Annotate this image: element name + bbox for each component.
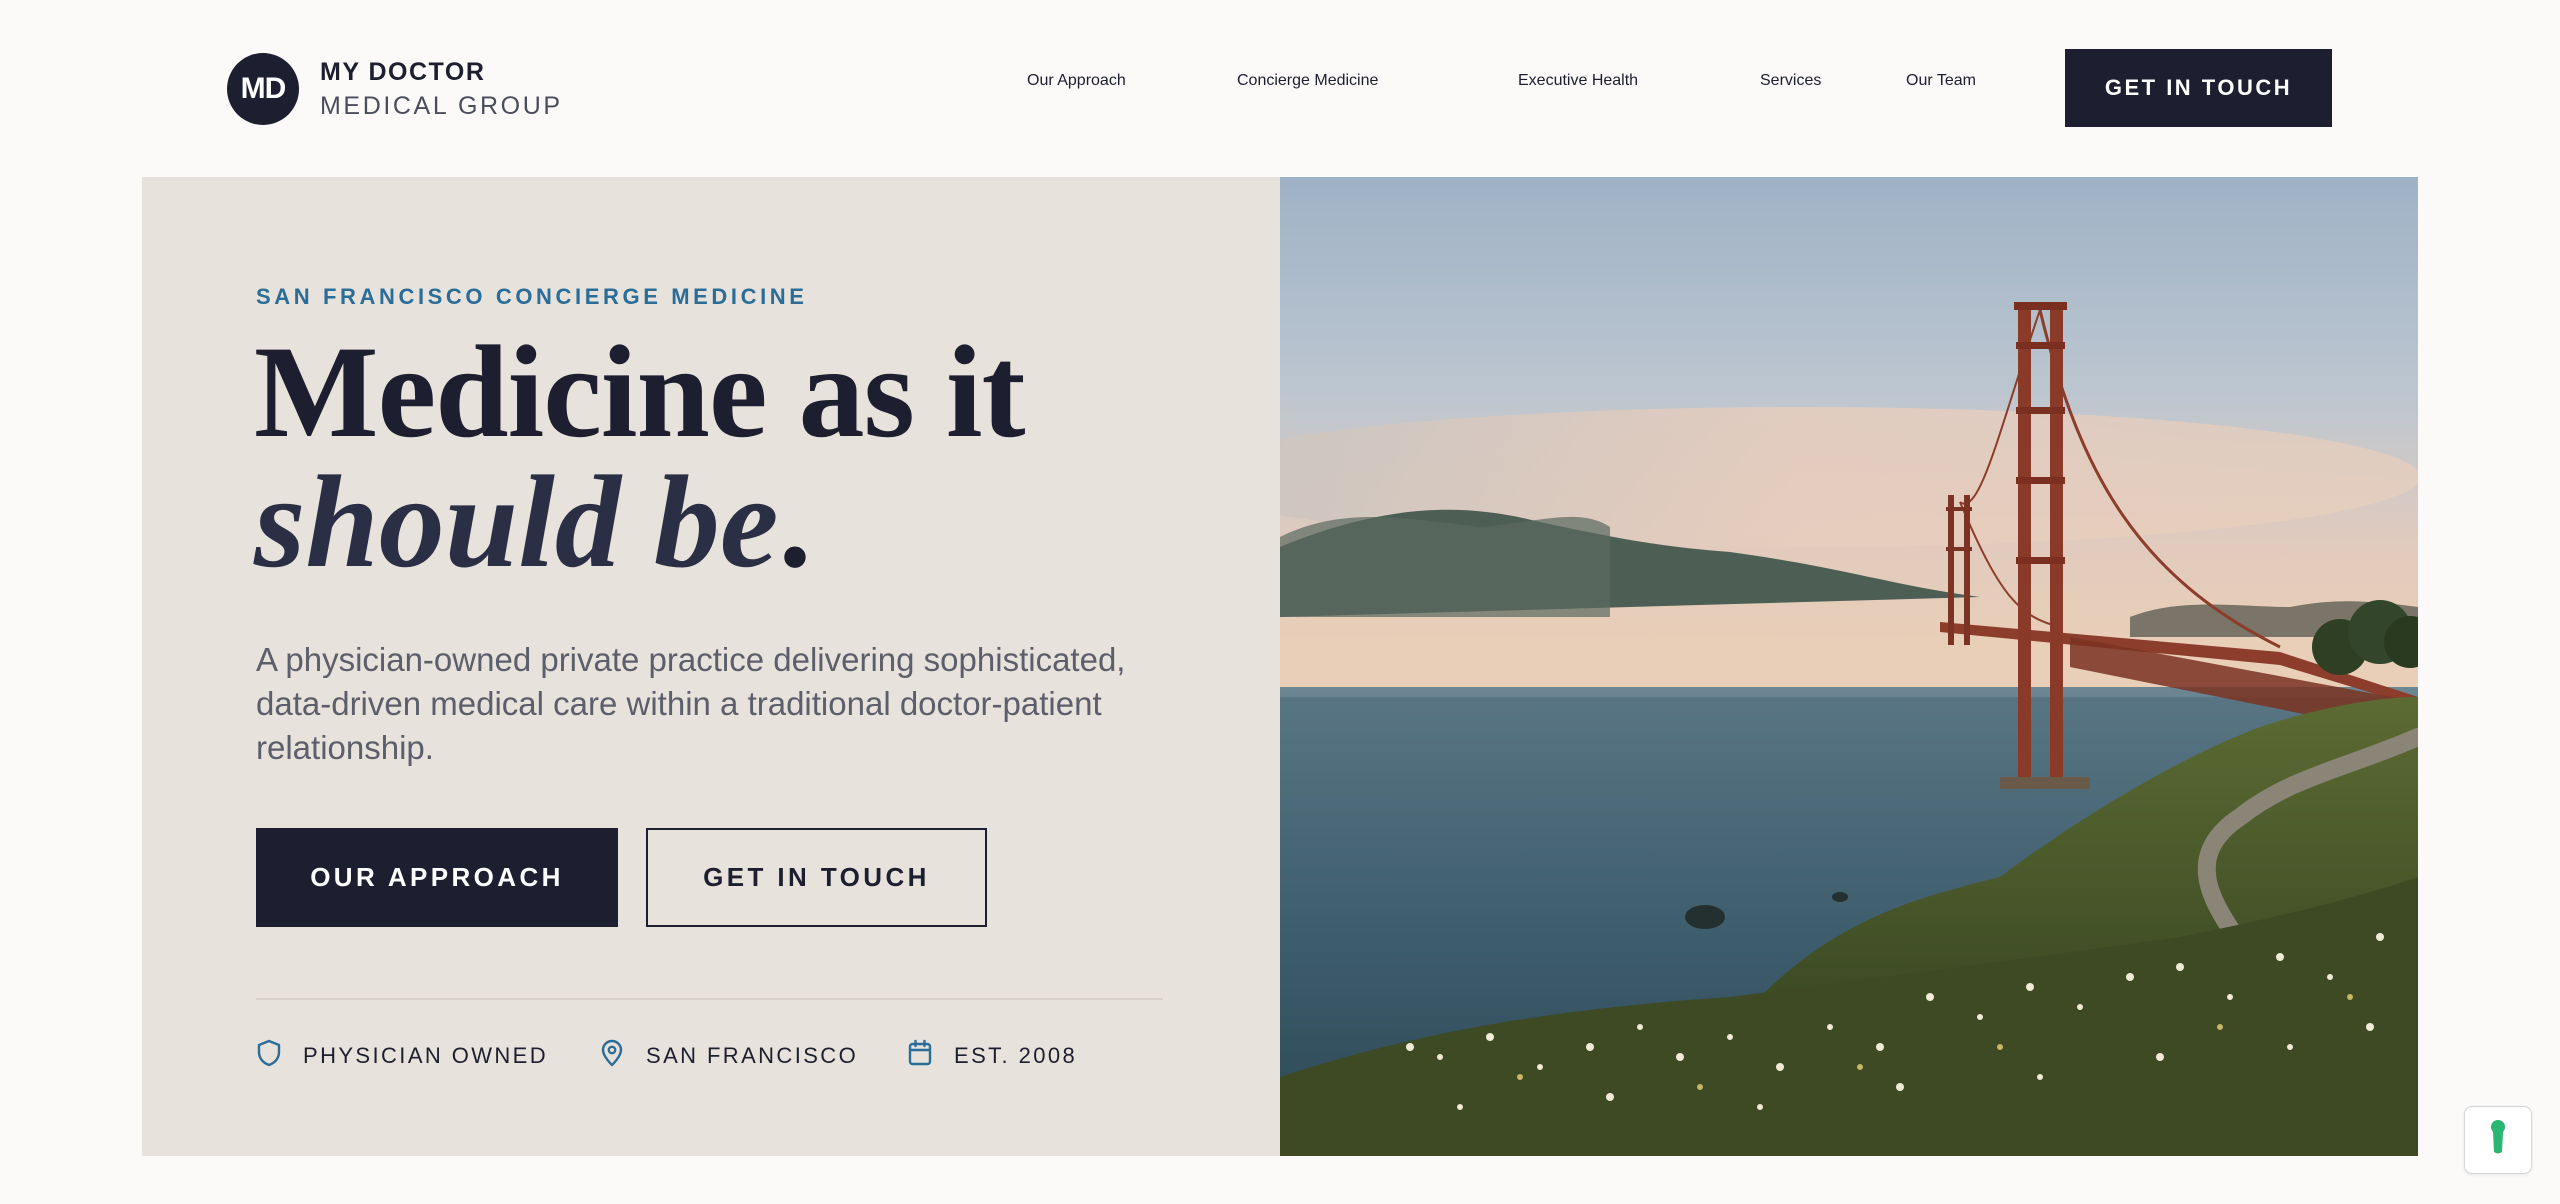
get-in-touch-header-button[interactable]: GET IN TOUCH	[2065, 49, 2332, 127]
location-pin-icon	[599, 1039, 646, 1073]
headline-period: .	[778, 448, 812, 595]
nav-our-team[interactable]: Our Team	[1906, 72, 1976, 90]
feature-physician-owned: PHYSICIAN OWNED	[256, 1039, 548, 1073]
feature-label: SAN FRANCISCO	[646, 1043, 859, 1068]
help-widget-button[interactable]	[2464, 1106, 2532, 1174]
feature-label: EST. 2008	[954, 1043, 1078, 1068]
feature-label: PHYSICIAN OWNED	[303, 1043, 549, 1068]
hero-content-panel: SAN FRANCISCO CONCIERGE MEDICINE Medicin…	[142, 177, 1280, 1156]
hero-divider	[256, 998, 1163, 1000]
logo-line-2: MEDICAL GROUP	[320, 92, 563, 120]
nav-services[interactable]: Services	[1760, 72, 1821, 90]
feature-san-francisco: SAN FRANCISCO	[599, 1039, 858, 1073]
get-in-touch-button[interactable]: GET IN TOUCH	[646, 828, 987, 927]
golden-gate-bridge-photo	[1280, 177, 2418, 1156]
hero-eyebrow: SAN FRANCISCO CONCIERGE MEDICINE	[256, 284, 808, 309]
logo-text: MY DOCTOR MEDICAL GROUP	[320, 57, 563, 121]
site-header: MD MY DOCTOR MEDICAL GROUP Our Approach …	[0, 0, 2560, 177]
headline-line-2: should be.	[254, 456, 1025, 588]
hero-headline: Medicine as it should be.	[254, 318, 1026, 588]
feature-established: EST. 2008	[907, 1039, 1077, 1073]
calendar-icon	[907, 1039, 954, 1073]
hero-photo-illustration	[1280, 177, 2418, 1156]
nav-our-approach[interactable]: Our Approach	[1027, 72, 1126, 90]
our-approach-button[interactable]: OUR APPROACH	[256, 828, 618, 927]
nav-executive-health[interactable]: Executive Health	[1518, 72, 1638, 90]
nav-concierge-medicine[interactable]: Concierge Medicine	[1237, 72, 1378, 90]
headline-italic: should be	[254, 448, 779, 595]
keyhole-icon	[2488, 1118, 2508, 1163]
logo-mark: MD	[227, 53, 299, 125]
headline-line-1: Medicine as it	[254, 318, 1026, 465]
logo-line-1: MY DOCTOR	[320, 58, 486, 86]
shield-icon	[256, 1039, 303, 1073]
hero-subtext: A physician-owned private practice deliv…	[256, 641, 1126, 766]
brand-logo[interactable]: MD MY DOCTOR MEDICAL GROUP	[227, 53, 563, 125]
